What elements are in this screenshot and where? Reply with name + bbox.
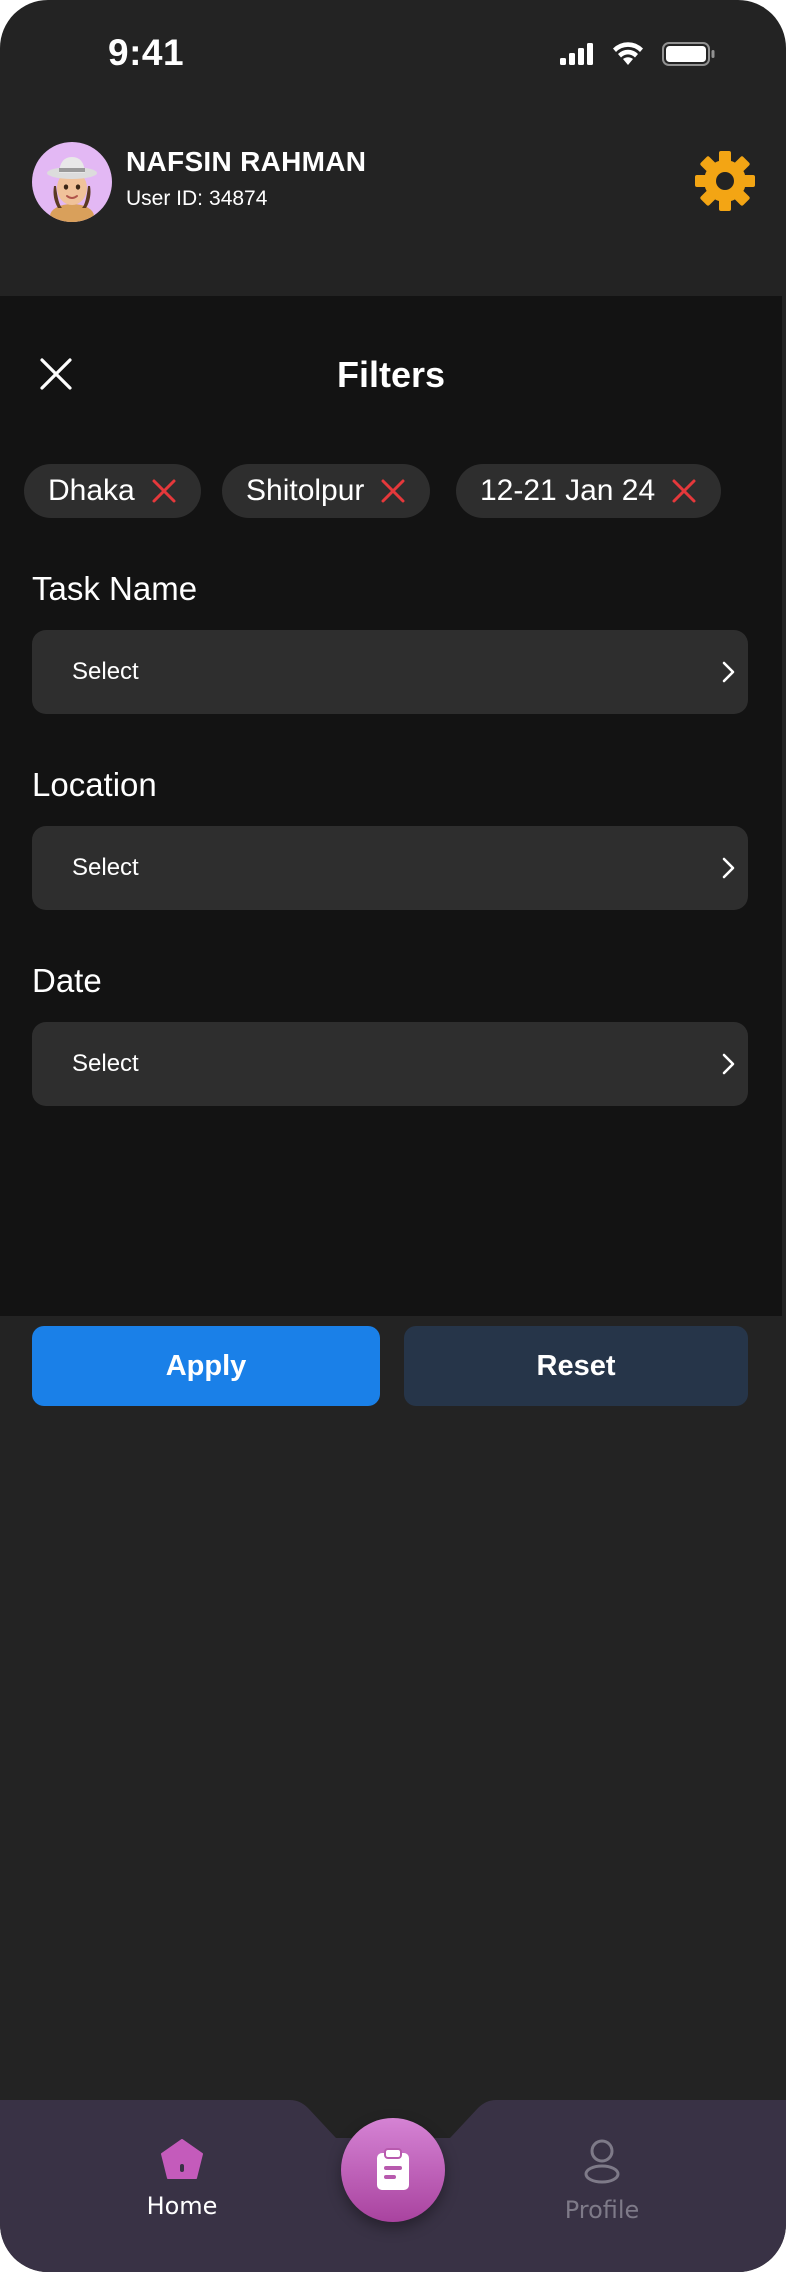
date-label: Date bbox=[32, 962, 102, 999]
status-icons bbox=[560, 42, 716, 66]
memoji-avatar-icon bbox=[47, 157, 97, 222]
remove-chip-icon[interactable] bbox=[380, 478, 406, 504]
user-id-label: User ID: bbox=[126, 187, 204, 210]
location-select[interactable]: Select bbox=[32, 826, 748, 910]
chevron-right-icon bbox=[722, 661, 735, 683]
gear-icon bbox=[695, 151, 755, 211]
filters-title: Filters bbox=[336, 354, 446, 395]
task-name-select[interactable]: Select bbox=[32, 630, 748, 714]
task-name-label: Task Name bbox=[32, 570, 198, 607]
location-select-value: Select bbox=[72, 854, 139, 881]
reset-button[interactable]: Reset bbox=[404, 1326, 748, 1406]
location-label: Location bbox=[32, 766, 157, 803]
chevron-right-icon bbox=[722, 857, 735, 879]
date-select[interactable]: Select bbox=[32, 1022, 748, 1106]
filter-chip-label: Shitolpur bbox=[246, 474, 365, 507]
user-name: NAFSIN RAHMAN bbox=[126, 146, 367, 177]
avatar[interactable] bbox=[32, 142, 112, 222]
filter-chip-label: 12-21 Jan 24 bbox=[480, 474, 656, 507]
status-time: 9:41 bbox=[108, 32, 185, 73]
bottom-nav: Home Profile bbox=[0, 2100, 786, 2272]
nav-profile-label: Profile bbox=[564, 2196, 640, 2224]
filter-chip-date-range[interactable]: 12-21 Jan 24 bbox=[456, 464, 722, 518]
filters-panel: Filters Dhaka Shitolpur 12-21 Jan 24 Tas… bbox=[0, 296, 782, 1316]
filter-chip-shitolpur[interactable]: Shitolpur bbox=[222, 464, 431, 518]
clipboard-icon bbox=[377, 2148, 409, 2190]
tasks-fab-button[interactable] bbox=[341, 2118, 445, 2222]
task-name-select-value: Select bbox=[72, 658, 139, 685]
close-button[interactable] bbox=[36, 354, 76, 394]
settings-button[interactable] bbox=[694, 150, 756, 212]
cellular-signal-icon bbox=[560, 43, 593, 65]
filter-chip-dhaka[interactable]: Dhaka bbox=[24, 464, 201, 518]
close-icon bbox=[40, 358, 72, 390]
home-icon bbox=[161, 2139, 203, 2179]
user-id-value: 34874 bbox=[209, 187, 268, 210]
nav-profile[interactable]: Profile bbox=[532, 2138, 672, 2224]
status-bar: 9:41 bbox=[0, 0, 786, 110]
user-id: User ID: 34874 bbox=[126, 187, 267, 211]
nav-home[interactable]: Home bbox=[112, 2138, 252, 2220]
remove-chip-icon[interactable] bbox=[671, 478, 697, 504]
user-icon bbox=[584, 2139, 620, 2184]
filter-chip-label: Dhaka bbox=[48, 474, 135, 507]
chevron-right-icon bbox=[722, 1053, 735, 1075]
nav-home-label: Home bbox=[146, 2192, 218, 2220]
app-screen: 9:41 NAFSIN RAHMAN User ID: 34874 Filter… bbox=[0, 0, 786, 2272]
apply-button[interactable]: Apply bbox=[32, 1326, 380, 1406]
date-select-value: Select bbox=[72, 1050, 139, 1077]
wifi-icon bbox=[613, 42, 643, 65]
battery-icon bbox=[662, 42, 715, 66]
remove-chip-icon[interactable] bbox=[151, 478, 177, 504]
